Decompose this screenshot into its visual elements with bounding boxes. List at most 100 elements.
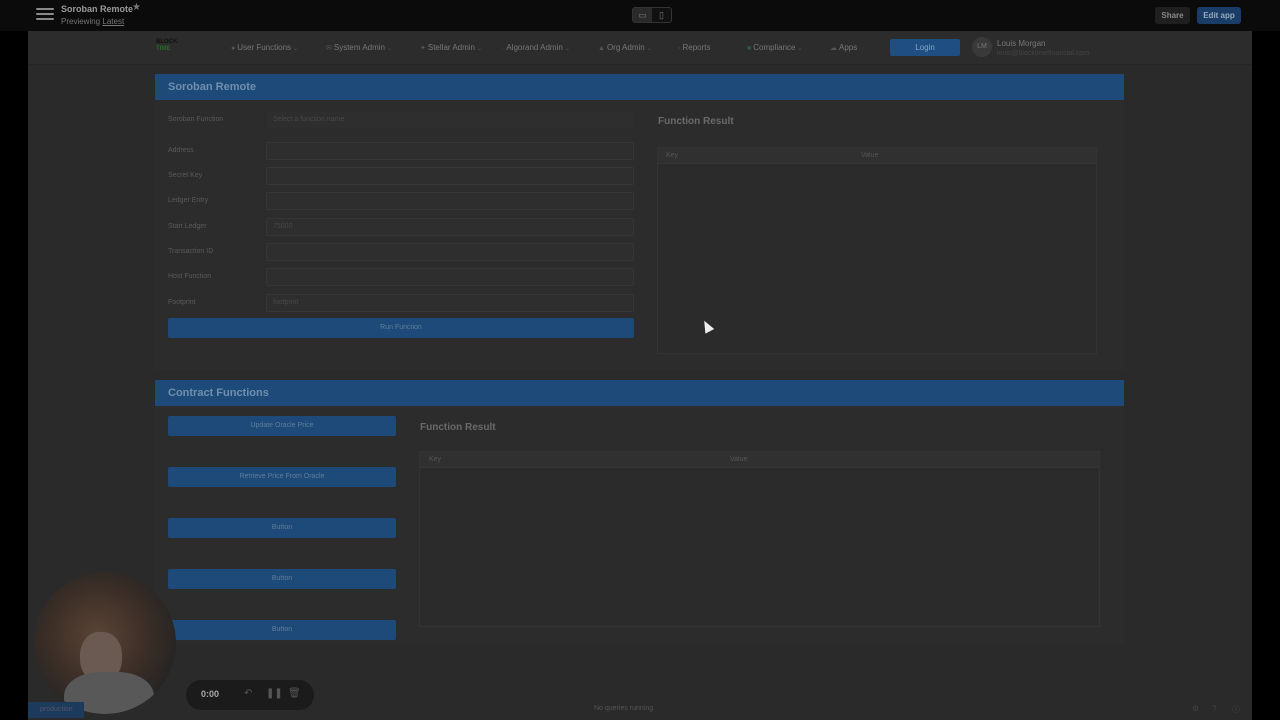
- panel-title: Soroban Remote: [155, 74, 1124, 100]
- user-icon: ●: [231, 45, 236, 52]
- chevron-down-icon: ⌄: [387, 46, 393, 52]
- nav-label: Org Admin: [606, 43, 645, 52]
- nav-algorand-admin[interactable]: · Algorand Admin ⌄: [502, 43, 570, 52]
- avatar[interactable]: LM: [972, 37, 992, 57]
- report-icon: ◦: [678, 45, 681, 52]
- field-label: Address: [168, 147, 194, 154]
- nav-label: System Admin: [333, 43, 386, 52]
- transaction-id-input[interactable]: [266, 243, 634, 261]
- field-transaction-id: Transaction ID: [168, 243, 635, 263]
- logo-line-2: TIME: [156, 46, 171, 52]
- nav-stellar-admin[interactable]: ✦ Stellar Admin ⌄: [420, 43, 482, 52]
- pause-icon[interactable]: ❚❚: [266, 688, 283, 699]
- app-canvas: BLOCK TIME ● User Functions ⌄ ✉ System Admin…: [28, 31, 1252, 720]
- previewing-label: Previewing Latest: [61, 17, 124, 26]
- recording-controls: 0:00 ↶ ❚❚ 🗑: [186, 680, 314, 710]
- chevron-down-icon: ⌄: [564, 46, 570, 52]
- field-label: Secret Key: [168, 172, 203, 179]
- generic-button-1[interactable]: Button: [168, 518, 396, 538]
- app-title: Soroban Remote: [61, 4, 134, 14]
- desktop-icon[interactable]: ▭: [633, 8, 652, 22]
- mobile-icon[interactable]: ▯: [652, 8, 671, 22]
- soroban-function-select[interactable]: Select a function name: [266, 111, 634, 129]
- contract-functions-panel: Contract Functions Update Oracle Price R…: [155, 380, 1124, 644]
- previewing-prefix: Previewing: [61, 17, 101, 26]
- field-start-ledger: Start Ledger 75000: [168, 218, 635, 238]
- nav-label: User Functions: [237, 43, 292, 52]
- trash-icon[interactable]: 🗑: [288, 688, 301, 699]
- nav-user-functions[interactable]: ● User Functions ⌄: [231, 43, 298, 52]
- app-navbar: BLOCK TIME ● User Functions ⌄ ✉ System Admin…: [28, 31, 1252, 65]
- column-value[interactable]: Value: [730, 456, 747, 463]
- cloud-icon: ☁: [830, 45, 837, 52]
- help-icon[interactable]: ?: [1212, 704, 1216, 713]
- field-label: Transaction ID: [168, 248, 214, 255]
- field-label: Host Function: [168, 273, 212, 280]
- login-button[interactable]: Login: [890, 39, 960, 56]
- field-label: Start Ledger: [168, 223, 207, 230]
- function-result-title: Function Result: [420, 422, 496, 433]
- settings-icon[interactable]: ⚙: [1192, 704, 1199, 713]
- nav-org-admin[interactable]: ▲ Org Admin ⌄: [598, 43, 652, 52]
- panel-title: Contract Functions: [155, 380, 1124, 406]
- recording-timer: 0:00: [201, 689, 220, 699]
- function-result-title: Function Result: [658, 116, 734, 127]
- nav-label: Stellar Admin: [427, 43, 476, 52]
- update-oracle-price-button[interactable]: Update Oracle Price: [168, 416, 396, 436]
- address-input[interactable]: [266, 142, 634, 160]
- user-email: louis@blocktimefinancial.com: [997, 50, 1089, 57]
- nav-label: Algorand Admin: [506, 43, 563, 52]
- chevron-down-icon: ⌄: [293, 46, 299, 52]
- logo-line-1: BLOCK: [156, 39, 178, 45]
- dot-icon: ·: [502, 45, 505, 52]
- column-value[interactable]: Value: [861, 152, 878, 159]
- nav-compliance[interactable]: ■ Compliance ⌄: [747, 43, 803, 52]
- info-icon[interactable]: ⓘ: [1232, 704, 1240, 715]
- blocktime-logo[interactable]: BLOCK TIME: [156, 39, 206, 57]
- field-host-function: Host Function: [168, 268, 635, 288]
- nav-label: Compliance: [753, 43, 796, 52]
- share-button[interactable]: Share: [1155, 7, 1190, 24]
- run-function-button[interactable]: Run Function: [168, 318, 634, 338]
- undo-icon[interactable]: ↶: [244, 688, 252, 699]
- menu-icon[interactable]: [36, 8, 54, 22]
- query-status: No queries running: [594, 705, 654, 712]
- field-footprint: Footprint footprint: [168, 294, 635, 314]
- webcam-overlay: [34, 572, 176, 714]
- building-icon: ▲: [598, 45, 605, 52]
- field-ledger-entry: Ledger Entry: [168, 192, 635, 212]
- column-key[interactable]: Key: [666, 152, 678, 159]
- table-header: Key Value: [658, 148, 1096, 164]
- secret-key-input[interactable]: [266, 167, 634, 185]
- function-result-table: Key Value: [657, 147, 1097, 354]
- host-function-input[interactable]: [266, 268, 634, 286]
- field-address: Address: [168, 142, 635, 162]
- previewing-version-link[interactable]: Latest: [102, 17, 124, 26]
- footprint-input[interactable]: footprint: [266, 294, 634, 312]
- column-key[interactable]: Key: [429, 456, 441, 463]
- envelope-icon: ✉: [326, 45, 332, 52]
- ledger-entry-input[interactable]: [266, 192, 634, 210]
- retrieve-price-from-oracle-button[interactable]: Retrieve Price From Oracle: [168, 467, 396, 487]
- chevron-down-icon: ⌄: [477, 46, 483, 52]
- user-name: Louis Morgan: [997, 39, 1046, 48]
- nav-system-admin[interactable]: ✉ System Admin ⌄: [326, 43, 392, 52]
- field-label: Soroban Function: [168, 116, 224, 123]
- nav-label: Apps: [839, 43, 858, 52]
- device-toggle: ▭ ▯: [632, 7, 672, 23]
- field-soroban-function: Soroban Function Select a function name: [168, 111, 635, 131]
- generic-button-2[interactable]: Button: [168, 569, 396, 589]
- field-label: Footprint: [168, 299, 196, 306]
- edit-app-button[interactable]: Edit app: [1197, 7, 1241, 24]
- nav-reports[interactable]: ◦ Reports: [678, 43, 711, 52]
- nav-apps[interactable]: ☁ Apps: [830, 43, 857, 52]
- field-label: Ledger Entry: [168, 197, 209, 204]
- start-ledger-input[interactable]: 75000: [266, 218, 634, 236]
- generic-button-3[interactable]: Button: [168, 620, 396, 640]
- check-icon: ■: [747, 45, 752, 52]
- environment-badge[interactable]: production: [28, 702, 84, 718]
- favorite-star-icon[interactable]: ★: [132, 2, 141, 13]
- field-secret-key: Secret Key: [168, 167, 635, 187]
- chevron-down-icon: ⌄: [646, 46, 652, 52]
- builder-topbar: Soroban Remote ★ Previewing Latest ▭ ▯ S…: [0, 0, 1280, 31]
